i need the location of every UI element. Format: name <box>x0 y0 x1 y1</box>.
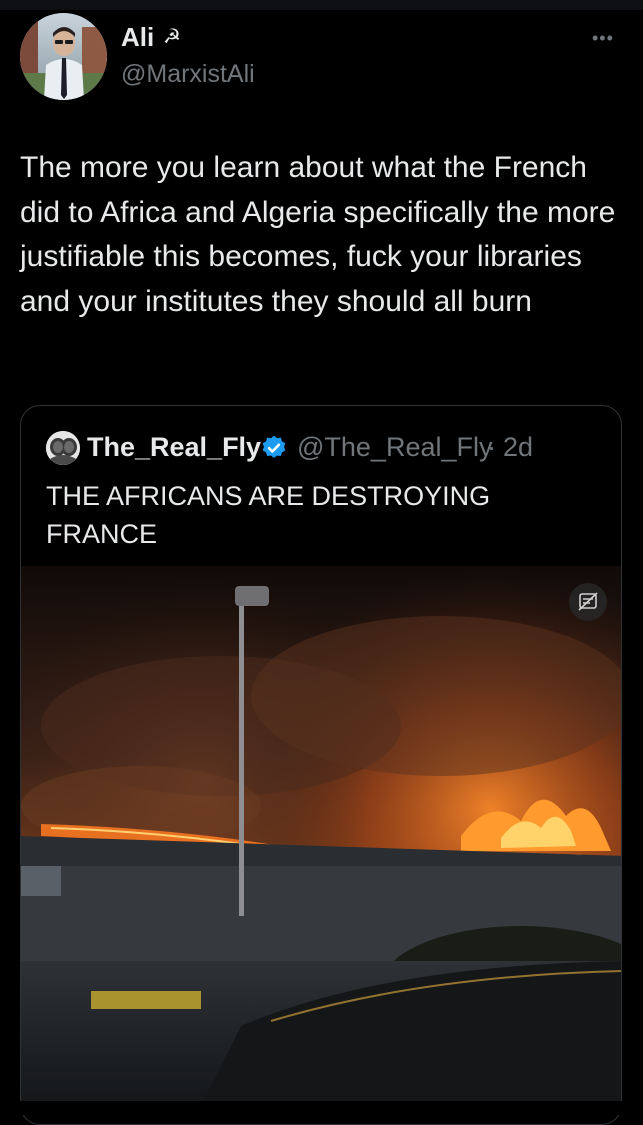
quote-tweet-card[interactable]: The_Real_Fly @The_Real_Fly · 2d THE AFRI… <box>20 405 622 1125</box>
bottom-edge <box>0 1101 643 1115</box>
author-display-name[interactable]: Ali <box>121 20 154 54</box>
more-horizontal-icon[interactable]: ••• <box>592 28 622 48</box>
tweet-text: The more you learn about what the French… <box>20 151 616 318</box>
author-handle[interactable]: @MarxistAli <box>121 58 255 90</box>
quote-author-display-name[interactable]: The_Real_Fly <box>87 429 261 465</box>
quote-author-avatar[interactable] <box>46 431 80 465</box>
separator-dot: · <box>487 432 496 462</box>
hammer-sickle-icon: ☭ <box>163 26 181 48</box>
author-avatar[interactable] <box>20 13 107 100</box>
quote-tweet-text: THE AFRICANS ARE DESTROYING FRANCE <box>46 481 491 549</box>
quote-author-handle[interactable]: @The_Real_Fly <box>297 429 493 465</box>
content-warning-icon[interactable] <box>569 583 607 621</box>
quote-timestamp[interactable]: 2d <box>503 429 533 465</box>
top-bar <box>0 0 643 10</box>
verified-badge-icon <box>260 434 288 462</box>
quote-media-image[interactable] <box>21 566 621 1106</box>
